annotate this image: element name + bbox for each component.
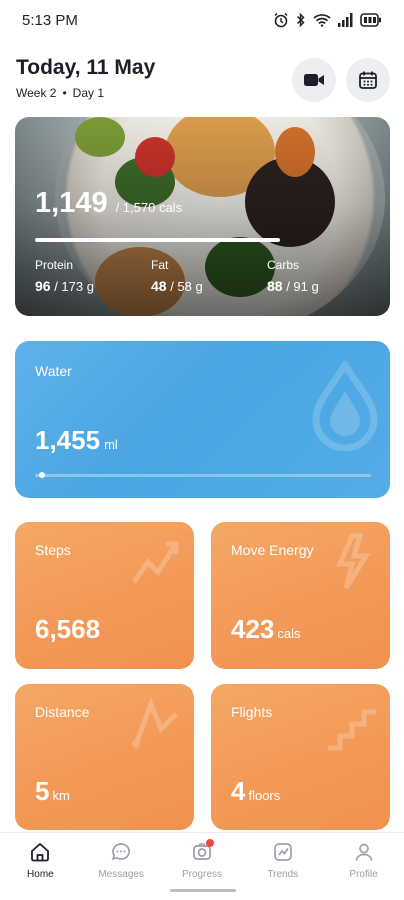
calendar-button[interactable] [346,58,390,102]
header: Today, 11 May Week 2 • Day 1 [0,46,404,116]
signal-icon [338,13,353,27]
nav-profile[interactable]: Profile [323,833,404,900]
steps-value: 6,568 [35,614,101,644]
distance-label: Distance [35,704,90,720]
move-energy-card[interactable]: Move Energy 423 cals [211,522,390,669]
flights-label: Flights [231,704,273,720]
home-icon [31,843,50,862]
status-bar: 5:13 PM [0,0,404,40]
distance-value: 5 km [35,776,70,806]
macro-label: Carbs [267,258,300,272]
week-label: Week 2 [16,86,57,100]
macro-carbs: Carbs 88 / 91 g [267,258,383,294]
move-energy-decor-icon [336,533,371,590]
macro-protein: Protein 96 / 173 g [35,258,151,294]
steps-decor-icon [131,541,179,584]
battery-icon [360,13,381,27]
distance-card[interactable]: Distance 5 km [15,684,194,830]
calories-card[interactable]: 1,149 / 1,570 cals Protein 96 / 173 g Fa… [15,117,390,316]
nav-trends[interactable]: Trends [242,833,323,900]
water-drop-icon [312,361,378,451]
water-progress-track [35,474,371,477]
macro-value: 96 / 173 g [35,278,94,294]
macros-row: Protein 96 / 173 g Fat 48 / 58 g Carbs 8… [35,258,383,294]
calories-summary: 1,149 / 1,570 cals [35,187,182,220]
flights-card[interactable]: Flights 4 floors [211,684,390,830]
flights-decor-icon [328,709,376,751]
notification-badge [206,839,215,847]
steps-card[interactable]: Steps 6,568 [15,522,194,669]
water-label: Water [35,363,72,379]
calories-progress-bar [35,238,280,242]
chat-icon [111,843,131,861]
macro-label: Fat [151,258,169,272]
macro-value: 48 / 58 g [151,278,203,294]
home-indicator [170,889,236,892]
nav-home[interactable]: Home [0,833,81,900]
status-icons [273,12,382,28]
wifi-icon [313,14,331,27]
bluetooth-icon [296,12,305,28]
video-button[interactable] [292,58,336,102]
nav-label: Home [27,869,54,880]
water-progress-indicator [39,472,45,478]
nav-label: Trends [267,869,299,880]
calories-value: 1,149 [35,187,108,219]
nav-label: Progress [181,869,222,880]
move-energy-value: 423 cals [231,614,301,644]
macro-value: 88 / 91 g [267,278,319,294]
status-time: 5:13 PM [22,11,78,29]
flights-value: 4 floors [231,776,281,806]
water-value: 1,455 ml [35,425,118,455]
separator-dot: • [62,86,67,100]
trend-chart-icon [273,843,292,861]
nav-messages[interactable]: Messages [81,833,162,900]
user-icon [355,843,372,861]
nav-label: Profile [349,869,378,880]
nav-label: Messages [98,869,144,880]
macro-label: Protein [35,258,74,272]
video-camera-icon [304,74,324,86]
move-energy-label: Move Energy [231,542,314,558]
steps-label: Steps [35,542,71,558]
day-label: Day 1 [72,86,105,100]
macro-fat: Fat 48 / 58 g [151,258,267,294]
calendar-icon [359,71,377,89]
calories-goal: / 1,570 cals [115,200,183,215]
water-card[interactable]: Water 1,455 ml [15,341,390,498]
alarm-icon [274,12,288,28]
distance-decor-icon [132,697,178,748]
